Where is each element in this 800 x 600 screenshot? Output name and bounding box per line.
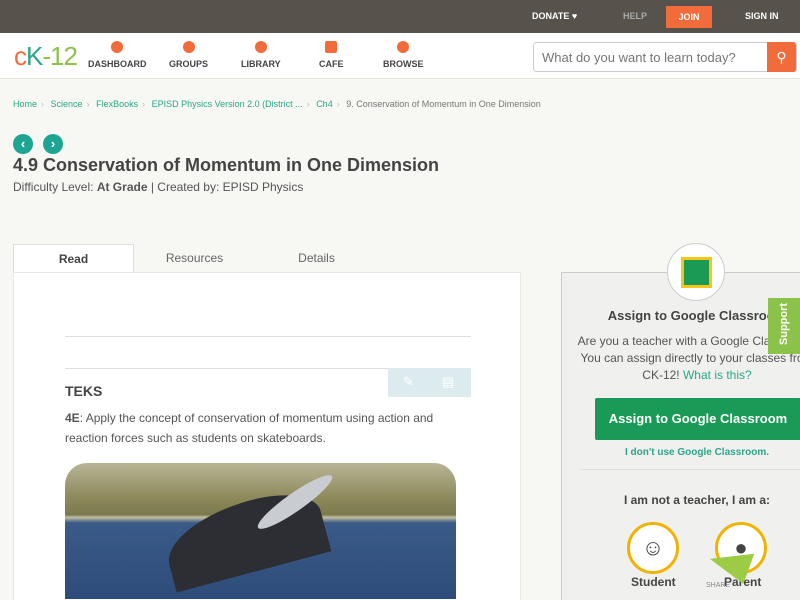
support-label: Support [778, 302, 790, 346]
teks-code: 4E [65, 411, 80, 425]
nav-browse[interactable]: BROWSE [383, 41, 424, 69]
read-content: ✎ ▤ TEKS 4E: Apply the concept of conser… [13, 272, 521, 600]
top-bar: DONATE ♥ HELP JOIN SIGN IN [0, 0, 800, 33]
created-by: | Created by: EPISD Physics [147, 180, 304, 194]
nav-label: GROUPS [169, 59, 209, 69]
nav-dashboard[interactable]: DASHBOARD [88, 41, 147, 69]
lightbulb-icon [397, 41, 410, 53]
difficulty-value: At Grade [96, 180, 148, 194]
tab-read[interactable]: Read [13, 244, 134, 273]
crumb-separator: › [306, 99, 310, 109]
teks-description: 4E: Apply the concept of conservation of… [65, 408, 465, 448]
crumb-separator: › [336, 99, 340, 109]
teks-text: : Apply the concept of conservation of m… [65, 411, 434, 445]
nav-label: CAFE [319, 59, 344, 69]
crumb-separator: › [142, 99, 146, 109]
panel-text: Are you a teacher with a Google Classroo… [572, 333, 800, 384]
logo-k: K [26, 41, 43, 71]
whale-image [65, 463, 456, 599]
search-button[interactable]: ⚲ [767, 42, 796, 72]
tab-details[interactable]: Details [256, 244, 377, 273]
crumb-separator: › [86, 99, 90, 109]
cafe-icon [325, 41, 338, 53]
divider [580, 469, 800, 470]
join-button[interactable]: JOIN [666, 6, 712, 28]
divider [65, 336, 471, 337]
student-label[interactable]: Student [631, 575, 676, 589]
not-teacher-label: I am not a teacher, I am a: [623, 493, 771, 507]
difficulty-label: Difficulty Level: [13, 180, 97, 194]
chevron-right-icon: › [50, 136, 56, 151]
crumb-flexbooks[interactable]: FlexBooks [96, 99, 138, 109]
nav-library[interactable]: LIBRARY [241, 41, 281, 69]
assign-google-classroom-button[interactable]: Assign to Google Classroom [595, 398, 800, 440]
section-heading: TEKS [65, 383, 103, 399]
search-box: ⚲ [533, 42, 797, 72]
share-label[interactable]: SHARE [706, 582, 730, 589]
crumb-current: 9. Conservation of Momentum in One Dimen… [346, 99, 541, 109]
google-classroom-icon [681, 257, 712, 288]
pencil-icon[interactable]: ✎ [403, 374, 414, 390]
nav-cafe[interactable]: CAFE [319, 41, 344, 69]
nav-label: LIBRARY [241, 59, 281, 69]
search-input[interactable] [534, 43, 766, 71]
sign-in-link[interactable]: SIGN IN [745, 11, 779, 21]
what-is-this-link[interactable]: What is this? [683, 368, 752, 382]
chevron-left-icon: ‹ [20, 136, 26, 151]
next-button[interactable]: › [43, 134, 63, 154]
crumb-separator: › [41, 99, 45, 109]
crumb-home[interactable]: Home [13, 99, 37, 109]
ck12-logo[interactable]: cK-12 [14, 41, 78, 72]
previous-button[interactable]: ‹ [13, 134, 33, 154]
logo-c: c [14, 41, 27, 71]
page-title: 4.9 Conservation of Momentum in One Dime… [13, 155, 440, 175]
breadcrumb: Home › Science › FlexBooks › EPISD Physics … [13, 99, 545, 109]
search-icon: ⚲ [776, 49, 787, 65]
library-icon [254, 41, 267, 53]
nav-groups[interactable]: GROUPS [169, 41, 208, 69]
notes-icon[interactable]: ▤ [442, 374, 454, 390]
no-google-classroom-link[interactable]: I don't use Google Classroom. [562, 447, 800, 458]
page-meta: Difficulty Level: At Grade | Created by:… [13, 180, 303, 194]
google-classroom-badge [667, 243, 725, 301]
student-icon: ☺ [641, 535, 665, 560]
crumb-book[interactable]: EPISD Physics Version 2.0 (District ... [152, 99, 303, 109]
student-button[interactable]: ☺ [627, 522, 679, 574]
panel-title: Assign to Google Classroom [607, 308, 787, 323]
crumb-science[interactable]: Science [51, 99, 83, 109]
tab-resources[interactable]: Resources [134, 244, 255, 273]
dashboard-icon [111, 41, 124, 53]
support-tab[interactable]: Support [768, 298, 800, 354]
google-classroom-panel: Assign to Google Classroom Are you a tea… [561, 272, 800, 600]
nav-label: DASHBOARD [88, 59, 147, 69]
annotation-tools: ✎ ▤ [388, 368, 471, 397]
crumb-chapter[interactable]: Ch4 [316, 99, 333, 109]
donate-link[interactable]: DONATE ♥ [532, 11, 577, 21]
main-nav: cK-12 DASHBOARD GROUPS LIBRARY CAFE BROW… [0, 33, 800, 79]
logo-12: -12 [42, 41, 78, 71]
nav-label: BROWSE [383, 59, 424, 69]
help-link[interactable]: HELP [623, 11, 647, 21]
groups-icon [182, 41, 195, 53]
